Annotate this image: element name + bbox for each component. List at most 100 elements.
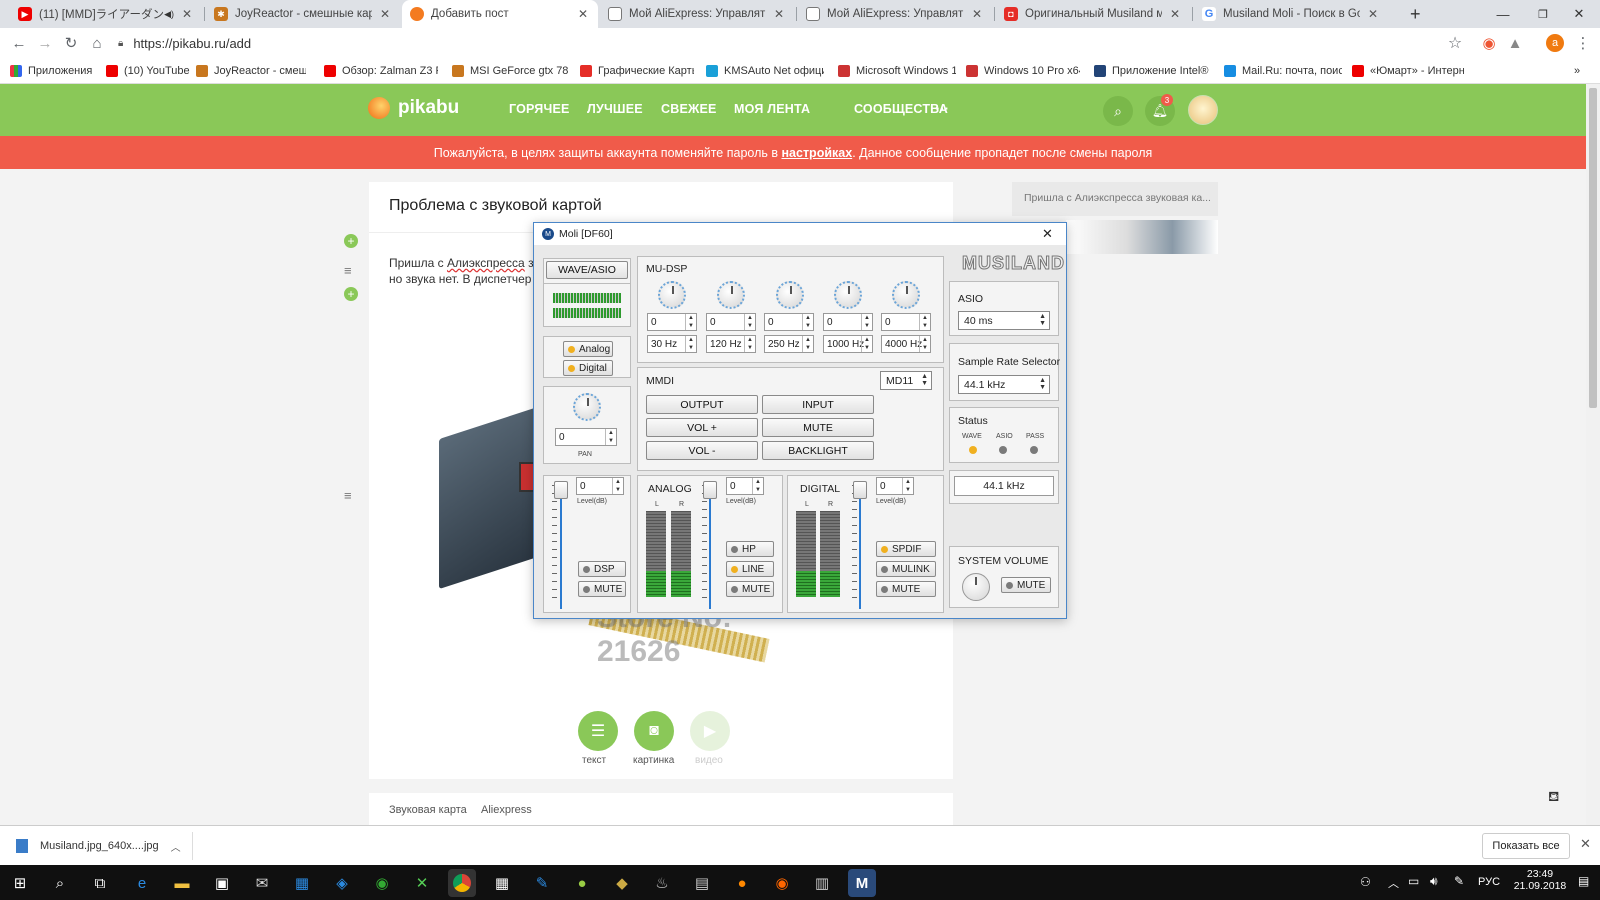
close-tab-icon[interactable]: ✕ xyxy=(1366,7,1380,21)
tag-item[interactable]: Звуковая карта xyxy=(389,804,467,816)
stepper-arrows-icon[interactable]: ▲ ▼ xyxy=(919,336,930,352)
analog-mute-button[interactable]: MUTE xyxy=(726,581,774,597)
bookmark-item[interactable]: KMSAuto Net офици xyxy=(706,62,824,80)
browser-tab[interactable]: ◘ Оригинальный Musiland моли ✕ xyxy=(996,0,1190,28)
main-level-stepper[interactable]: 0 ▲ ▼ xyxy=(576,477,624,495)
eq-gain-stepper[interactable]: 0 ▲ ▼ xyxy=(881,313,931,331)
digital-button[interactable]: Digital xyxy=(563,360,613,376)
scrollbar-thumb[interactable] xyxy=(1589,88,1597,408)
browser-tab[interactable]: Мой AliExpress: Управлять заказ ✕ xyxy=(798,0,992,28)
profile-avatar[interactable]: a xyxy=(1544,32,1566,54)
close-icon[interactable]: ✕ xyxy=(1042,226,1053,242)
settings-link[interactable]: настройках xyxy=(781,146,852,160)
stepper-arrows-icon[interactable]: ▲ ▼ xyxy=(902,478,913,494)
close-tab-icon[interactable]: ✕ xyxy=(378,7,392,21)
eq-knob[interactable] xyxy=(717,281,745,309)
bookmark-item[interactable]: (10) YouTube xyxy=(106,62,190,80)
eq-freq-stepper[interactable]: 1000 Hz ▲ ▼ xyxy=(823,335,873,353)
app-icon[interactable]: ◆ xyxy=(608,869,636,897)
clock[interactable]: 23:49 21.09.2018 xyxy=(1512,868,1568,892)
windows-start-icon[interactable]: ⊞ xyxy=(6,869,34,897)
task-view-icon[interactable]: ⧉ xyxy=(86,869,114,897)
stepper-arrows-icon[interactable]: ▲ ▼ xyxy=(744,314,755,330)
menu-icon[interactable]: ⋮ xyxy=(1572,32,1594,54)
bookmark-item[interactable]: Графические Карты xyxy=(580,62,694,80)
volume-icon[interactable]: 🔊︎ xyxy=(1430,874,1438,889)
stepper-arrows-icon[interactable]: ▲ ▼ xyxy=(685,336,696,352)
close-tab-icon[interactable]: ✕ xyxy=(1168,7,1182,21)
bookmark-item[interactable]: Windows 10 Pro x64 xyxy=(966,62,1080,80)
photos-icon[interactable]: ▦ xyxy=(288,869,316,897)
stepper-arrows-icon[interactable]: ▲ ▼ xyxy=(744,336,755,352)
mmdi-backlight-button[interactable]: BACKLIGHT xyxy=(762,441,874,460)
asio-latency-select[interactable]: 40 ms ▲ ▼ xyxy=(958,311,1050,330)
tags-box[interactable]: Звуковая карта Aliexpress xyxy=(369,793,953,825)
analog-level-slider[interactable] xyxy=(703,481,717,609)
extension-icon[interactable]: ◉ xyxy=(1478,32,1500,54)
app-icon[interactable]: ◈ xyxy=(328,869,356,897)
mute-button[interactable]: MUTE xyxy=(578,581,626,597)
extension-icon[interactable]: ▲ xyxy=(1504,32,1526,54)
app-icon[interactable]: ▥ xyxy=(808,869,836,897)
close-tab-icon[interactable]: ✕ xyxy=(180,7,194,21)
mmdi-input-button[interactable]: INPUT xyxy=(762,395,874,414)
sample-rate-select[interactable]: 44.1 kHz ▲ ▼ xyxy=(958,375,1050,394)
editor-icon[interactable]: ✎ xyxy=(528,869,556,897)
bookmark-item[interactable]: «Юмарт» - Интерн xyxy=(1352,62,1464,80)
show-all-button[interactable]: Показать все xyxy=(1482,833,1570,859)
add-video-button[interactable]: ▶ xyxy=(690,711,730,751)
line-button[interactable]: LINE xyxy=(726,561,774,577)
add-block-icon[interactable]: + xyxy=(344,287,358,301)
stepper-arrows-icon[interactable]: ▲ ▼ xyxy=(802,314,813,330)
digital-mute-button[interactable]: MUTE xyxy=(876,581,936,597)
action-center-icon[interactable]: ▤ xyxy=(1578,874,1589,888)
chevron-up-icon[interactable]: ︿ xyxy=(171,839,181,854)
mail-icon[interactable]: ✉ xyxy=(248,869,276,897)
steam-icon[interactable]: ♨ xyxy=(648,869,676,897)
bookmark-star-icon[interactable]: ☆ xyxy=(1444,32,1466,54)
eq-gain-stepper[interactable]: 0 ▲ ▼ xyxy=(764,313,814,331)
bookmark-item[interactable]: Приложения xyxy=(10,62,92,80)
app-icon[interactable]: ● xyxy=(568,869,596,897)
close-tab-icon[interactable]: ✕ xyxy=(576,7,590,21)
mmdi-output-button[interactable]: OUTPUT xyxy=(646,395,758,414)
main-level-slider[interactable] xyxy=(554,481,568,609)
eq-knob[interactable] xyxy=(834,281,862,309)
store-icon[interactable]: ▣ xyxy=(208,869,236,897)
home-button[interactable]: ⌂ xyxy=(86,32,108,54)
stepper-arrows-icon[interactable]: ▲ ▼ xyxy=(752,478,763,494)
add-image-button[interactable]: ◙ xyxy=(634,711,674,751)
nav-best[interactable]: ЛУЧШЕЕ xyxy=(587,102,643,116)
browser-tab[interactable]: G Musiland Moli - Поиск в Google ✕ xyxy=(1194,0,1388,28)
network-icon[interactable]: ▭ xyxy=(1408,874,1419,888)
musiland-taskbar-icon[interactable]: M xyxy=(848,869,876,897)
eq-gain-stepper[interactable]: 0 ▲ ▼ xyxy=(706,313,756,331)
app-icon[interactable]: ◉ xyxy=(768,869,796,897)
sidebar-preview[interactable]: Пришла с Алиэкспресса звуковая ка... xyxy=(1012,182,1218,216)
slider-thumb[interactable] xyxy=(554,481,568,499)
people-icon[interactable]: ⚇ xyxy=(1360,875,1371,889)
paint-bucket-icon[interactable]: ⛾ xyxy=(1548,788,1559,807)
more-bookmarks-icon[interactable]: » xyxy=(1574,62,1580,80)
bookmark-item[interactable]: Microsoft Windows 1 xyxy=(838,62,956,80)
digital-level-slider[interactable] xyxy=(853,481,867,609)
tag-item[interactable]: Aliexpress xyxy=(481,804,532,816)
mmdi-mute-button[interactable]: MUTE xyxy=(762,418,874,437)
pikabu-logo[interactable]: pikabu xyxy=(368,97,459,119)
bookmark-item[interactable]: Mail.Ru: почта, поис xyxy=(1224,62,1342,80)
analog-button[interactable]: Analog xyxy=(563,341,613,357)
calculator-icon[interactable]: ▦ xyxy=(488,869,516,897)
stepper-arrows-icon[interactable]: ▲ ▼ xyxy=(861,314,872,330)
eq-knob[interactable] xyxy=(776,281,804,309)
mmdi-select[interactable]: MD11 ▲ ▼ xyxy=(880,371,932,390)
eq-knob[interactable] xyxy=(892,281,920,309)
add-block-icon[interactable]: + xyxy=(344,234,358,248)
eq-gain-stepper[interactable]: 0 ▲ ▼ xyxy=(647,313,697,331)
back-button[interactable]: ← xyxy=(8,32,30,54)
avatar[interactable] xyxy=(1188,95,1218,125)
nav-my-feed[interactable]: МОЯ ЛЕНТА xyxy=(734,102,810,116)
analog-level-stepper[interactable]: 0 ▲ ▼ xyxy=(726,477,764,495)
language-indicator[interactable]: РУС xyxy=(1478,876,1500,888)
mulink-button[interactable]: MULINK xyxy=(876,561,936,577)
stepper-arrows-icon[interactable]: ▲ ▼ xyxy=(605,429,616,445)
